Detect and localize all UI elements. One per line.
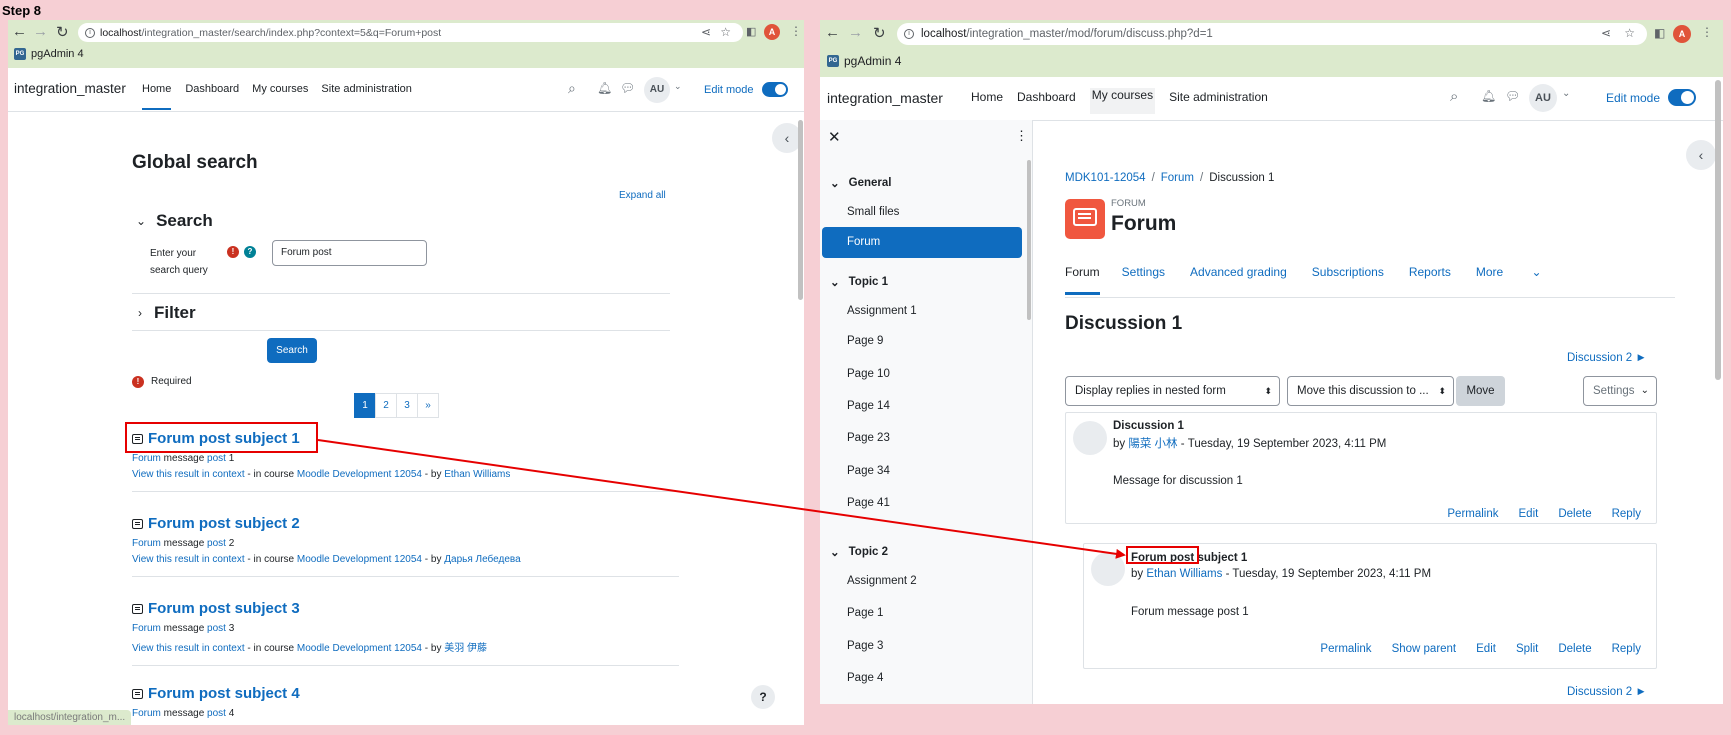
annotation-arrow	[317, 439, 1126, 559]
